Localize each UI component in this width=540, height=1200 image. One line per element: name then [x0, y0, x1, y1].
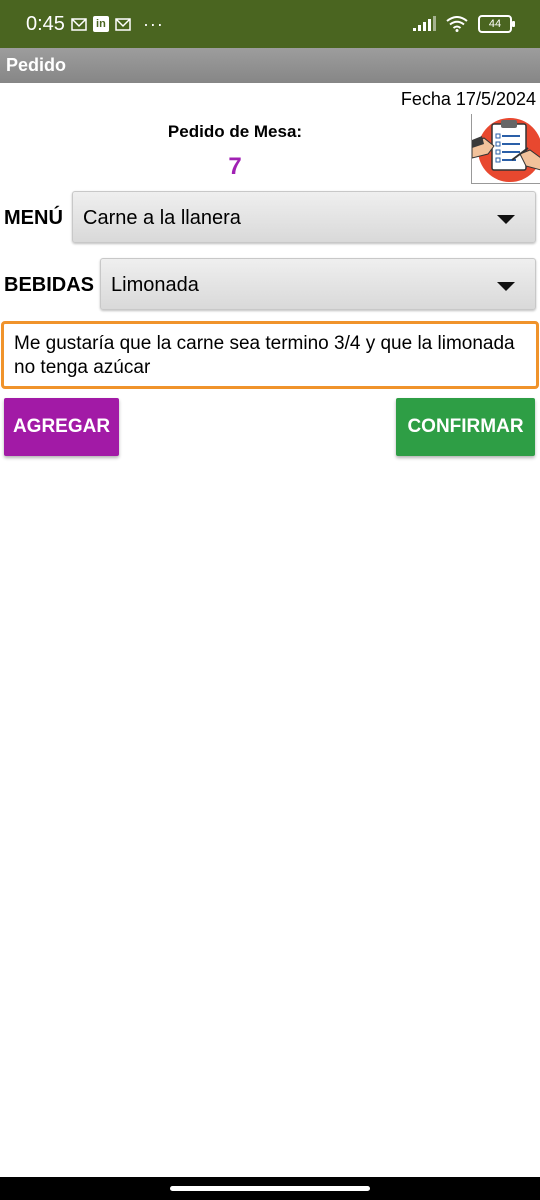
drinks-selected-value: Limonada — [111, 274, 199, 296]
menu-dropdown[interactable]: Carne a la llanera — [72, 191, 536, 243]
mail-icon — [71, 17, 87, 31]
app-title-bar: Pedido — [0, 48, 540, 83]
drinks-label: BEBIDAS — [4, 274, 95, 296]
signal-icon — [412, 16, 436, 32]
table-order-label: Pedido de Mesa: — [167, 122, 303, 141]
wifi-icon — [446, 16, 468, 32]
confirm-button[interactable]: CONFIRMAR — [396, 398, 535, 456]
drinks-dropdown[interactable]: Limonada — [100, 258, 536, 310]
caret-down-icon — [497, 282, 515, 291]
status-bar: 0:45 in ··· 44 — [0, 0, 540, 48]
more-icon: ··· — [142, 13, 164, 34]
menu-label: MENÚ — [4, 207, 63, 229]
date-label: Fecha 17/5/2024 — [400, 89, 536, 109]
table-number: 7 — [228, 153, 242, 180]
home-indicator[interactable] — [170, 1186, 370, 1191]
caret-down-icon — [497, 215, 515, 224]
mail-icon — [115, 17, 131, 31]
status-right: 44 — [412, 0, 515, 48]
menu-selected-value: Carne a la llanera — [83, 207, 241, 229]
order-notes-input[interactable]: Me gustaría que la carne sea termino 3/4… — [1, 321, 539, 389]
linkedin-icon: in — [92, 16, 109, 32]
battery-icon: 44 — [478, 15, 515, 33]
app-title: Pedido — [6, 55, 67, 75]
add-button[interactable]: AGREGAR — [4, 398, 119, 456]
status-left: 0:45 in ··· — [26, 0, 164, 48]
status-time: 0:45 — [26, 12, 65, 35]
clipboard-checklist-icon — [471, 114, 540, 184]
system-nav-bar — [0, 1177, 540, 1200]
